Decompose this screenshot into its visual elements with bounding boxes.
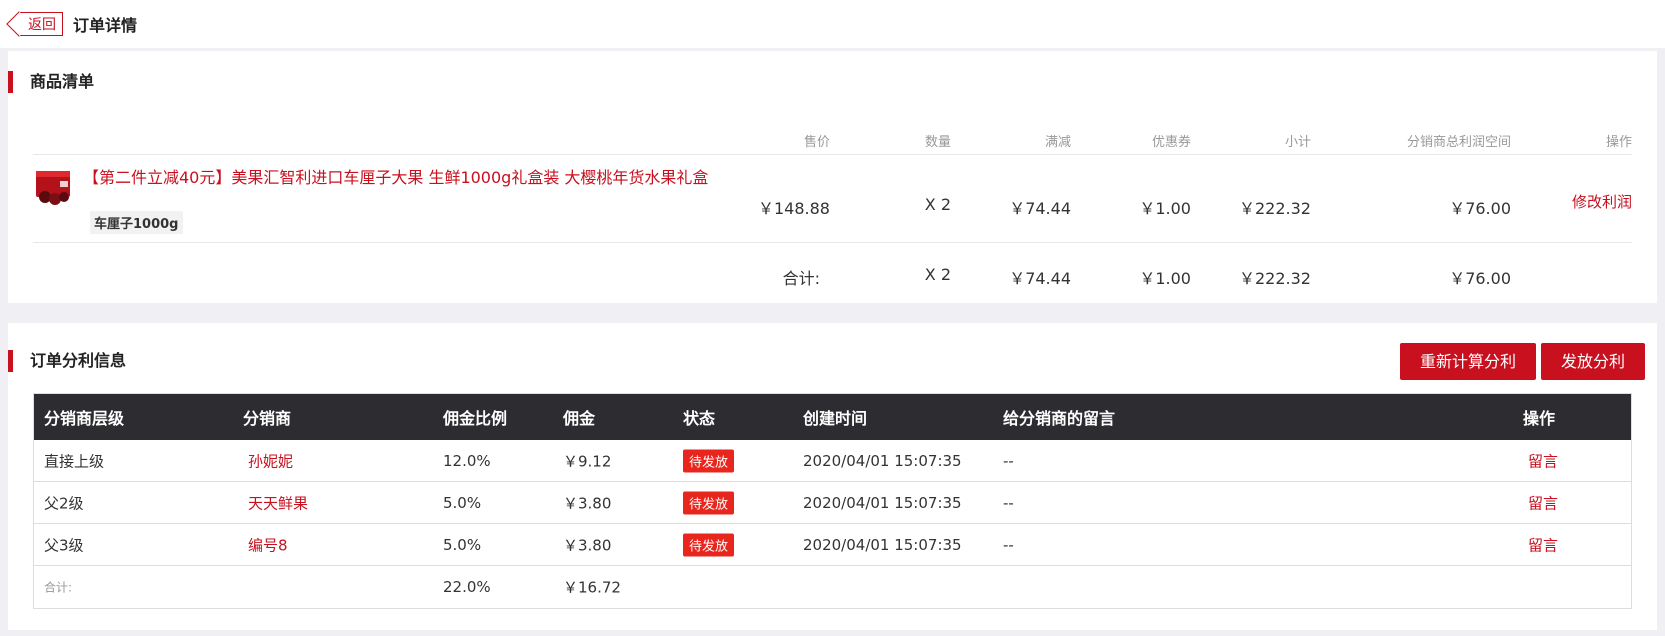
row-message: -- (1003, 451, 1014, 470)
col-commission: 佣金 (563, 409, 596, 428)
distribution-table-header: 分销商层级 分销商 佣金比例 佣金 状态 创建时间 给分销商的留言 操作 (34, 394, 1631, 440)
product-image[interactable] (33, 167, 73, 207)
page-title: 订单详情 (73, 16, 138, 35)
product-sku-tag: 车厘子1000g (90, 211, 183, 234)
distribution-row: 父3级 编号8 5.0% ￥3.80 待发放 2020/04/01 15:07:… (34, 524, 1631, 566)
distribution-summary-label: 合计: (44, 580, 73, 595)
goods-summary-discount: ￥74.44 (1009, 269, 1071, 288)
col-action: 操作 (1605, 135, 1632, 150)
back-button-label: 返回 (28, 17, 56, 33)
row-ratio: 5.0% (443, 493, 482, 512)
product-price: ￥148.88 (758, 199, 830, 218)
goods-summary-coupon: ￥1.00 (1139, 269, 1191, 288)
row-distributor[interactable]: 天天鲜果 (248, 492, 308, 513)
page-header: 返回 订单详情 (0, 0, 1665, 48)
row-commission: ￥3.80 (563, 536, 612, 554)
col-price: 售价 (803, 135, 830, 150)
col-distributor: 分销商 (243, 409, 292, 428)
goods-summary-label: 合计: (782, 269, 820, 288)
status-badge: 待发放 (683, 491, 735, 514)
status-badge: 待发放 (683, 533, 735, 556)
distribution-section-title: 订单分利信息 (8, 350, 126, 372)
distribution-summary-commission: ￥16.72 (563, 578, 621, 597)
col-ratio: 佣金比例 (443, 409, 508, 428)
leave-message-link[interactable]: 留言 (1528, 534, 1558, 555)
row-message: -- (1003, 493, 1014, 512)
product-subtotal: ￥222.32 (1239, 199, 1311, 218)
row-level: 父3级 (44, 536, 84, 554)
col-qty: 数量 (924, 135, 951, 150)
row-distributor[interactable]: 编号8 (248, 534, 288, 555)
row-created: 2020/04/01 15:07:35 (803, 535, 962, 554)
row-created: 2020/04/01 15:07:35 (803, 493, 962, 512)
leave-message-link[interactable]: 留言 (1528, 492, 1558, 513)
col-message: 给分销商的留言 (1003, 409, 1116, 428)
goods-summary-row: 合计: X 2 ￥74.44 ￥1.00 ￥222.32 ￥76.00 (33, 243, 1632, 303)
row-ratio: 5.0% (443, 535, 482, 554)
row-commission: ￥9.12 (563, 452, 612, 470)
goods-row: 【第二件立减40元】美果汇智利进口车厘子大果 生鲜1000g礼盒装 大樱桃年货水… (33, 155, 1632, 243)
issue-profit-button[interactable]: 发放分利 (1540, 343, 1645, 380)
distribution-row: 直接上级 孙妮妮 12.0% ￥9.12 待发放 2020/04/01 15:0… (34, 440, 1631, 482)
goods-summary-qty: X 2 (924, 265, 951, 284)
col-created: 创建时间 (803, 409, 868, 428)
distribution-row: 父2级 天天鲜果 5.0% ￥3.80 待发放 2020/04/01 15:07… (34, 482, 1631, 524)
product-qty: X 2 (924, 195, 951, 214)
status-badge: 待发放 (683, 449, 735, 472)
row-commission: ￥3.80 (563, 494, 612, 512)
col-status: 状态 (683, 409, 716, 428)
row-level: 父2级 (44, 494, 84, 512)
col-subtotal: 小计 (1284, 135, 1311, 150)
row-level: 直接上级 (44, 452, 105, 470)
distribution-summary-ratio: 22.0% (443, 578, 491, 596)
col-profit: 分销商总利润空间 (1406, 135, 1511, 150)
recalculate-profit-button[interactable]: 重新计算分利 (1399, 343, 1536, 380)
goods-table: 售价 数量 满减 优惠券 小计 分销商总利润空间 操作 【第二件立减40元】美果… (33, 123, 1632, 303)
back-button[interactable]: 返回 (18, 12, 63, 36)
col-discount: 满减 (1044, 135, 1071, 150)
row-message: -- (1003, 535, 1014, 554)
row-ratio: 12.0% (443, 451, 491, 470)
product-title[interactable]: 【第二件立减40元】美果汇智利进口车厘子大果 生鲜1000g礼盒装 大樱桃年货水… (83, 167, 713, 188)
distribution-summary-row: 合计: 22.0% ￥16.72 (34, 566, 1631, 608)
distribution-panel: 订单分利信息 重新计算分利 发放分利 分销商层级 分销商 佣金比例 佣金 状态 … (8, 323, 1657, 630)
product-coupon: ￥1.00 (1139, 199, 1191, 218)
product-discount: ￥74.44 (1009, 199, 1071, 218)
row-created: 2020/04/01 15:07:35 (803, 451, 962, 470)
goods-section-title: 商品清单 (8, 71, 94, 93)
col-coupon: 优惠券 (1151, 135, 1191, 150)
modify-profit-link[interactable]: 修改利润 (1572, 191, 1632, 212)
distribution-table: 分销商层级 分销商 佣金比例 佣金 状态 创建时间 给分销商的留言 操作 直接上… (33, 393, 1632, 609)
goods-table-header: 售价 数量 满减 优惠券 小计 分销商总利润空间 操作 (33, 123, 1632, 155)
row-distributor[interactable]: 孙妮妮 (248, 450, 293, 471)
goods-summary-profit: ￥76.00 (1449, 269, 1511, 288)
col-action: 操作 (1523, 409, 1556, 428)
goods-panel: 商品清单 售价 数量 满减 优惠券 小计 分销商总利润空间 操作 【第二件立减4… (8, 51, 1657, 303)
product-profit: ￥76.00 (1449, 199, 1511, 218)
goods-summary-subtotal: ￥222.32 (1239, 269, 1311, 288)
leave-message-link[interactable]: 留言 (1528, 450, 1558, 471)
col-level: 分销商层级 (44, 409, 125, 428)
